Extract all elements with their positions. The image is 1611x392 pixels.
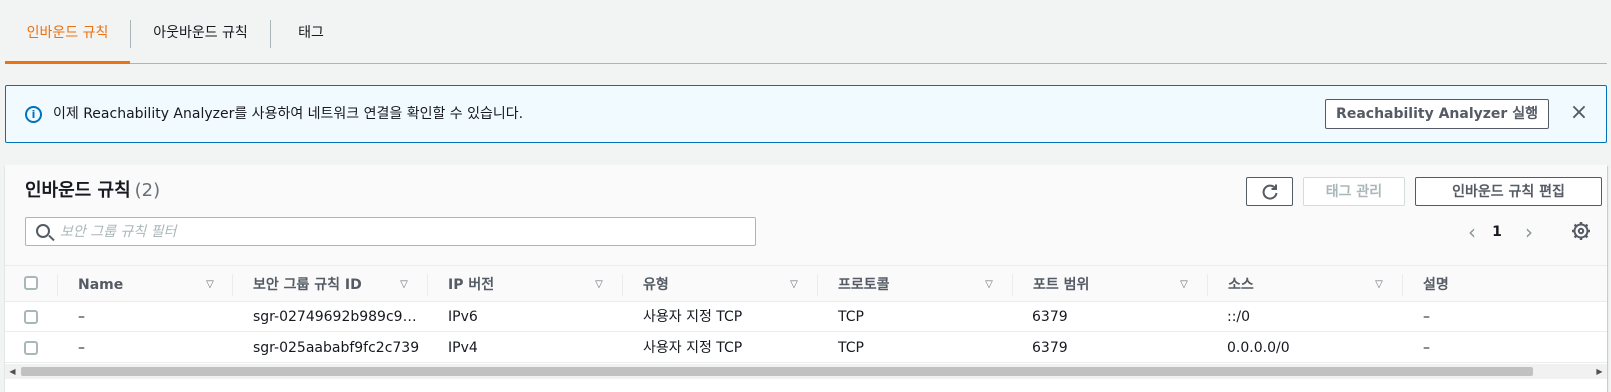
sort-icon[interactable]: ▽	[982, 266, 996, 303]
pager-next-icon[interactable]: ›	[1519, 219, 1539, 245]
manage-tags-button[interactable]: 태그 관리	[1303, 177, 1405, 206]
column-header-port-range[interactable]: 포트 범위	[1033, 266, 1089, 303]
column-header-name[interactable]: Name	[78, 266, 123, 303]
cell-protocol: TCP	[838, 309, 864, 325]
row-checkbox[interactable]	[24, 341, 38, 355]
column-header-rule-id[interactable]: 보안 그룹 규칙 ID	[253, 266, 362, 303]
info-icon: i	[25, 106, 42, 123]
column-header-protocol[interactable]: 프로토콜	[838, 266, 890, 303]
banner-message: 이제 Reachability Analyzer를 사용하여 네트워크 연결을 …	[53, 106, 524, 122]
cell-port-range: 6379	[1032, 340, 1068, 356]
cell-rule-id: sgr-02749692b989c9…	[253, 309, 417, 325]
sort-icon[interactable]: ▽	[397, 266, 411, 303]
column-divider	[232, 274, 233, 296]
column-divider	[817, 274, 818, 296]
cell-port-range: 6379	[1032, 309, 1068, 325]
row-checkbox[interactable]	[24, 310, 38, 324]
column-divider	[622, 274, 623, 296]
sort-icon[interactable]: ▽	[787, 266, 801, 303]
cell-rule-id: sgr-025aababf9fc2c739	[253, 340, 420, 356]
cell-source: ::/0	[1227, 309, 1251, 325]
search-icon	[36, 224, 50, 238]
column-divider	[1402, 274, 1403, 296]
column-divider	[1012, 274, 1013, 296]
cell-type: 사용자 지정 TCP	[643, 309, 743, 325]
table-header: Name ▽ 보안 그룹 규칙 ID ▽ IP 버전 ▽ 유형 ▽ 프로토콜 ▽…	[5, 265, 1607, 302]
reachability-analyzer-button[interactable]: Reachability Analyzer 실행	[1325, 99, 1549, 129]
column-header-description[interactable]: 설명	[1423, 266, 1449, 303]
pager-prev-icon[interactable]: ‹	[1462, 219, 1482, 245]
panel-title-text: 인바운드 규칙	[25, 180, 131, 201]
column-divider	[427, 274, 428, 296]
sort-icon[interactable]: ▽	[1177, 266, 1191, 303]
column-header-type[interactable]: 유형	[643, 266, 669, 303]
cell-type: 사용자 지정 TCP	[643, 340, 743, 356]
sort-icon[interactable]: ▽	[1372, 266, 1386, 303]
edit-inbound-rules-button[interactable]: 인바운드 규칙 편집	[1415, 177, 1602, 206]
rule-count: (2)	[134, 180, 161, 201]
scroll-right-icon[interactable]: ▶	[1592, 364, 1607, 379]
cell-description: –	[1423, 309, 1430, 325]
tab-outbound-rules[interactable]: 아웃바운드 규칙	[131, 0, 270, 64]
table-row[interactable]: – sgr-02749692b989c9… IPv6 사용자 지정 TCP TC…	[5, 302, 1607, 332]
cell-ip-version: IPv4	[448, 340, 478, 356]
column-divider	[1207, 274, 1208, 296]
panel-title: 인바운드 규칙 (2)	[25, 179, 160, 203]
cell-name: –	[78, 340, 85, 356]
cell-name: –	[78, 309, 85, 325]
filter-box	[25, 217, 756, 246]
inbound-rules-panel: 인바운드 규칙(2) 태그 관리 인바운드 규칙 편집 ‹ 1 ›	[5, 165, 1607, 392]
horizontal-scrollbar[interactable]: ◀ ▶	[5, 364, 1607, 379]
info-banner: i 이제 Reachability Analyzer를 사용하여 네트워크 연결…	[5, 85, 1607, 143]
close-icon[interactable]: ×	[1566, 100, 1592, 126]
gear-icon[interactable]	[1571, 221, 1591, 241]
sort-icon[interactable]: ▽	[592, 266, 606, 303]
tab-bar: 인바운드 규칙 아웃바운드 규칙 태그	[5, 0, 1607, 64]
cell-ip-version: IPv6	[448, 309, 478, 325]
scroll-left-icon[interactable]: ◀	[5, 364, 20, 379]
column-header-ip-version[interactable]: IP 버전	[448, 266, 494, 303]
rule-filter-input[interactable]	[60, 221, 740, 242]
sort-icon[interactable]: ▽	[203, 266, 217, 303]
cell-protocol: TCP	[838, 340, 864, 356]
refresh-button[interactable]	[1246, 177, 1293, 206]
pager-current-page[interactable]: 1	[1487, 219, 1507, 245]
column-divider	[57, 274, 58, 296]
scrollbar-thumb[interactable]	[21, 367, 1533, 376]
table-row[interactable]: – sgr-025aababf9fc2c739 IPv4 사용자 지정 TCP …	[5, 333, 1607, 363]
cell-description: –	[1423, 340, 1430, 356]
select-all-checkbox[interactable]	[24, 276, 38, 290]
tab-inbound-rules[interactable]: 인바운드 규칙	[5, 0, 130, 64]
tab-tags[interactable]: 태그	[271, 0, 351, 64]
panel-header: 인바운드 규칙(2) 태그 관리 인바운드 규칙 편집 ‹ 1 ›	[5, 165, 1607, 265]
column-header-source[interactable]: 소스	[1228, 266, 1254, 303]
refresh-icon	[1262, 184, 1277, 200]
cell-source: 0.0.0.0/0	[1227, 340, 1290, 356]
